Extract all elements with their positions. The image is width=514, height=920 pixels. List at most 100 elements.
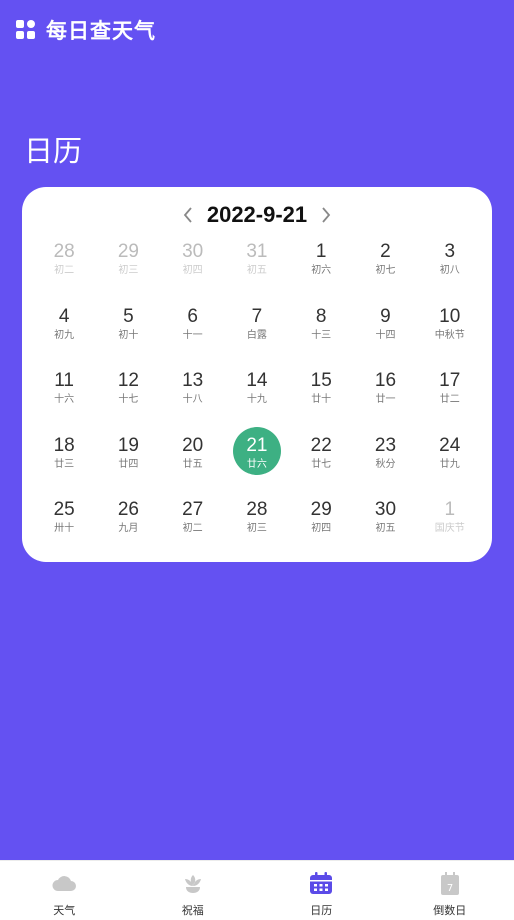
chevron-left-icon: [183, 207, 192, 223]
calendar-day[interactable]: 14 十九: [225, 362, 289, 427]
calendar-day[interactable]: 18 廿三: [32, 427, 96, 492]
day-number: 6: [187, 305, 198, 327]
calendar-day[interactable]: 15 廿十: [289, 362, 353, 427]
day-number: 14: [246, 370, 268, 391]
tab-calendar[interactable]: 日历: [257, 861, 386, 920]
calendar-day[interactable]: 25 卅十: [32, 491, 96, 556]
day-lunar-label: 初四: [182, 265, 203, 276]
calendar-current-date: 2022-9-21: [206, 202, 308, 227]
day-lunar-label: 十一: [182, 329, 203, 341]
day-number: 15: [310, 370, 332, 391]
day-lunar-label: 廿四: [118, 458, 139, 470]
day-number: 24: [439, 434, 461, 456]
tab-label: 天气: [53, 904, 76, 917]
day-number: 25: [53, 499, 75, 520]
day-number: 8: [315, 305, 327, 327]
day-lunar-label: 秋分: [375, 458, 396, 470]
day-lunar-label: 国庆节: [434, 523, 465, 534]
day-number: 1: [444, 499, 456, 520]
day-lunar-label: 十九: [246, 394, 267, 405]
chevron-right-icon: [322, 207, 331, 223]
calendar-day[interactable]: 9 十四: [353, 298, 417, 363]
calendar-day[interactable]: 30 初四: [161, 233, 225, 298]
calendar-day[interactable]: 17 廿二: [418, 362, 482, 427]
calendar-day[interactable]: 4 初九: [32, 298, 96, 363]
day-number: 1: [315, 241, 327, 262]
tab-cloud[interactable]: 天气: [0, 861, 129, 920]
day-lunar-label: 卅十: [54, 523, 75, 534]
calendar-day[interactable]: 10 中秋节: [418, 298, 482, 363]
day-number: 16: [374, 370, 397, 391]
day-number: 19: [117, 434, 139, 456]
app-logo-icon: [16, 20, 36, 40]
day-number: 30: [374, 499, 397, 520]
day-lunar-label: 初五: [375, 523, 396, 534]
day-lunar-label: 白露: [246, 329, 267, 341]
calendar-card: 2022-9-21 28 初二 29 初三 30 初四 31 初五 1 初六 2 初七 3 初八 4 初九 5 初…: [22, 187, 492, 562]
tab-flower[interactable]: 祝福: [129, 861, 258, 920]
day-lunar-label: 初十: [118, 329, 139, 341]
calendar-day[interactable]: 11 十六: [32, 362, 96, 427]
day-lunar-label: 十四: [375, 329, 396, 341]
calendar-day[interactable]: 1 国庆节: [418, 491, 482, 556]
day-number: 23: [374, 434, 397, 456]
calendar-day[interactable]: 3 初八: [418, 233, 482, 298]
day-number: 18: [53, 434, 75, 456]
calendar-day[interactable]: 31 初五: [225, 233, 289, 298]
calendar-day[interactable]: 12 十七: [96, 362, 160, 427]
day-number: 28: [246, 499, 268, 520]
calendar-day[interactable]: 2 初七: [353, 233, 417, 298]
calendar-day[interactable]: 13 十八: [161, 362, 225, 427]
day-number: 5: [123, 305, 134, 327]
day-lunar-label: 初二: [182, 523, 203, 534]
calendar-day[interactable]: 23 秋分: [353, 427, 417, 492]
calendar-day[interactable]: 24 廿九: [418, 427, 482, 492]
calendar-day[interactable]: 26 九月: [96, 491, 160, 556]
day-number: 2: [380, 241, 391, 262]
calendar-day[interactable]: 16 廿一: [353, 362, 417, 427]
calendar-day[interactable]: 22 廿七: [289, 427, 353, 492]
day-lunar-label: 初四: [311, 523, 332, 534]
day-number: 28: [53, 241, 75, 262]
day-number: 13: [182, 370, 204, 391]
tab-countdown[interactable]: 7 倒数日: [386, 861, 514, 920]
day-number: 27: [182, 499, 204, 520]
day-lunar-label: 中秋节: [434, 329, 465, 341]
calendar-day[interactable]: 28 初三: [225, 491, 289, 556]
day-lunar-label: 九月: [118, 523, 139, 534]
calendar-day[interactable]: 30 初五: [353, 491, 417, 556]
calendar-day[interactable]: 19 廿四: [96, 427, 160, 492]
page-title: 日历: [24, 134, 83, 168]
day-lunar-label: 初二: [54, 265, 75, 276]
calendar-icon: [307, 870, 335, 898]
next-month-button[interactable]: [313, 200, 339, 230]
calendar-day[interactable]: 6 十一: [161, 298, 225, 363]
day-lunar-label: 廿二: [439, 394, 460, 405]
day-number: 22: [310, 434, 332, 456]
calendar-day[interactable]: 28 初二: [32, 233, 96, 298]
calendar-day[interactable]: 7 白露: [225, 298, 289, 363]
calendar-day[interactable]: 29 初三: [96, 233, 160, 298]
countdown-icon: 7: [436, 870, 464, 898]
calendar-day-selected[interactable]: 21 廿六: [225, 426, 289, 492]
day-number: 26: [117, 499, 139, 520]
day-lunar-label: 廿五: [182, 458, 203, 470]
calendar-day[interactable]: 8 十三: [289, 298, 353, 363]
calendar-day[interactable]: 27 初二: [161, 491, 225, 556]
calendar-day[interactable]: 29 初四: [289, 491, 353, 556]
day-lunar-label: 十六: [54, 394, 75, 405]
day-lunar-label: 初三: [118, 265, 139, 276]
tab-label: 日历: [310, 904, 333, 917]
day-lunar-label: 初三: [246, 523, 267, 534]
tab-label: 祝福: [181, 904, 204, 917]
tab-label: 倒数日: [433, 904, 467, 917]
day-number: 31: [246, 241, 268, 262]
calendar-day[interactable]: 1 初六: [289, 233, 353, 298]
prev-month-button[interactable]: [175, 200, 201, 230]
day-number: 9: [380, 305, 391, 327]
calendar-day[interactable]: 20 廿五: [161, 427, 225, 492]
day-number: 29: [117, 241, 139, 262]
app-title: 每日查天气: [46, 19, 156, 43]
day-number: 4: [58, 305, 70, 327]
calendar-day[interactable]: 5 初十: [96, 298, 160, 363]
